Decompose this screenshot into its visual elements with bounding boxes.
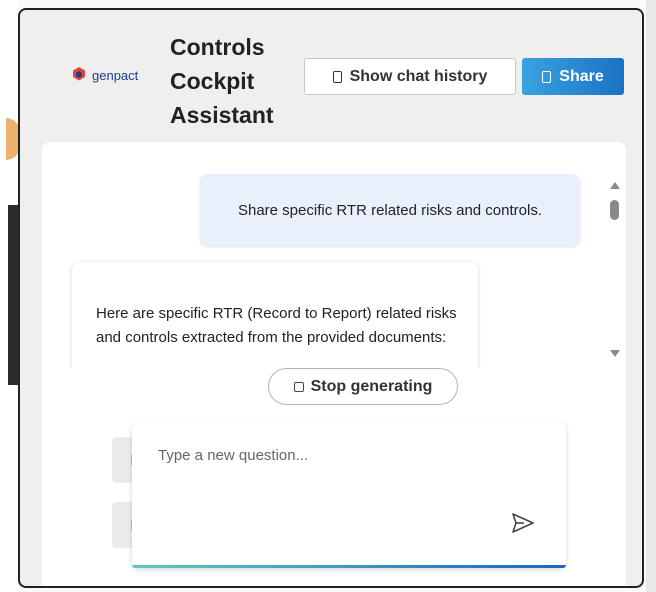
history-icon	[332, 70, 342, 83]
show-chat-history-label: Show chat history	[349, 67, 488, 85]
question-composer	[132, 422, 566, 568]
genpact-logo-icon	[73, 67, 85, 81]
share-label: Share	[559, 67, 604, 85]
app-title-line: Assistant	[170, 102, 274, 128]
header: genpact Controls Cockpit Assistant Show …	[20, 10, 642, 140]
stop-generating-button[interactable]: Stop generating	[268, 368, 458, 405]
composer-accent-line	[132, 565, 566, 568]
app-title-line: Controls	[170, 34, 265, 60]
show-chat-history-button[interactable]: Show chat history	[304, 58, 516, 95]
send-icon[interactable]	[510, 510, 536, 536]
chat-messages[interactable]: Share specific RTR related risks and con…	[42, 142, 626, 368]
app-title: Controls Cockpit Assistant	[170, 30, 274, 132]
assistant-panel: genpact Controls Cockpit Assistant Show …	[18, 8, 644, 588]
scrollbar-thumb[interactable]	[610, 200, 619, 220]
stop-icon	[293, 381, 304, 392]
chat-area: Share specific RTR related risks and con…	[42, 142, 626, 586]
brand-name: genpact	[92, 67, 139, 83]
scroll-up-icon[interactable]	[610, 182, 620, 189]
app-title-line: Cockpit	[170, 68, 255, 94]
share-button[interactable]: Share	[522, 58, 624, 95]
stop-generating-label: Stop generating	[310, 377, 433, 395]
scroll-down-icon[interactable]	[610, 350, 620, 357]
question-input[interactable]	[156, 442, 500, 468]
user-message: Share specific RTR related risks and con…	[200, 174, 580, 246]
chat-scrollbar[interactable]	[608, 182, 622, 362]
assistant-message: Here are specific RTR (Record to Report)…	[72, 262, 478, 368]
share-icon	[542, 70, 552, 83]
assistant-message-text: Here are specific RTR (Record to Report)…	[96, 305, 457, 346]
brand-logo: genpact	[72, 66, 138, 84]
background-page-edge	[646, 0, 656, 592]
user-message-text: Share specific RTR related risks and con…	[237, 201, 542, 219]
